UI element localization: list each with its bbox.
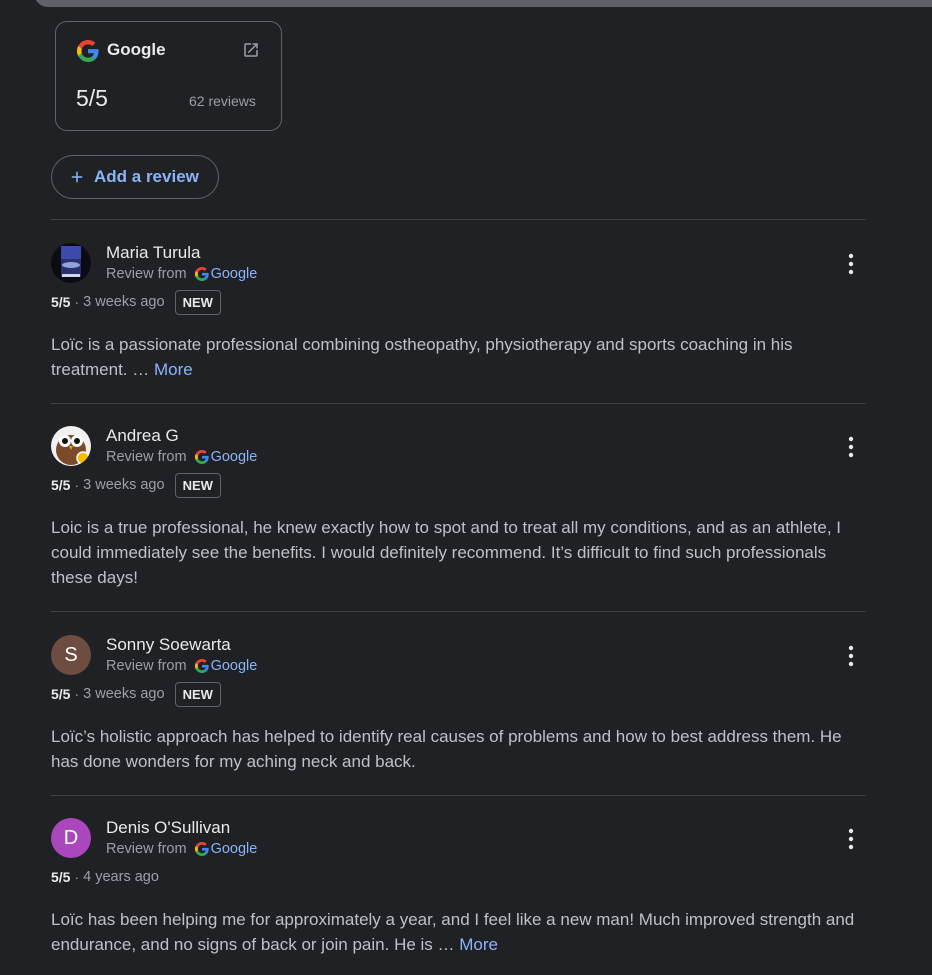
review-text: Loic is a true professional, he knew exa… (51, 518, 842, 587)
review-time: 3 weeks ago (83, 686, 165, 702)
google-source-link[interactable]: Google (211, 841, 258, 857)
google-source-link[interactable]: Google (211, 658, 258, 674)
review-rating: 5/5 (51, 477, 71, 493)
top-search-bar-edge (34, 0, 932, 7)
reviewer-avatar[interactable] (51, 426, 91, 466)
google-source-link[interactable]: Google (211, 266, 258, 282)
separator-dot: · (74, 869, 80, 885)
review-source: Review from Google (106, 658, 257, 674)
review-text: Loïc’s holistic approach has helped to i… (51, 727, 842, 771)
review-from-label: Review from (106, 449, 187, 465)
reviewer-avatar[interactable] (51, 243, 91, 283)
review-meta: 5/5 · 3 weeks ago NEW (51, 288, 221, 316)
review-meta: 5/5 · 3 weeks ago NEW (51, 680, 221, 708)
review-source: Review from Google (106, 841, 257, 857)
add-review-button[interactable]: Add a review (51, 155, 219, 199)
review-source: Review from Google (106, 449, 257, 465)
review-body: Loïc has been helping me for approximate… (51, 910, 855, 954)
avatar-photo (61, 246, 81, 277)
new-badge: NEW (174, 472, 221, 498)
more-options-icon[interactable] (841, 644, 861, 668)
reviewer-name[interactable]: Denis O'Sullivan (106, 818, 230, 838)
divider (51, 219, 866, 220)
google-source-link[interactable]: Google (211, 449, 258, 465)
review-text: Loïc is a passionate professional combin… (51, 332, 871, 382)
google-g-icon (194, 659, 209, 673)
avatar-owl (51, 426, 91, 466)
review-meta: 5/5 · 4 years ago (51, 863, 159, 891)
reviewer-name[interactable]: Maria Turula (106, 243, 200, 263)
source-name: Google (107, 40, 166, 59)
review-from-label: Review from (106, 658, 187, 674)
separator-dot: · (74, 477, 80, 493)
separator-dot: · (74, 294, 80, 310)
google-g-icon (77, 40, 99, 62)
add-review-label: Add a review (94, 167, 199, 186)
source-review-count: 62 reviews (189, 93, 256, 109)
review-rating: 5/5 (51, 869, 71, 885)
reviewer-avatar[interactable]: S (51, 635, 91, 675)
review-meta: 5/5 · 3 weeks ago NEW (51, 471, 221, 499)
open-external-icon[interactable] (242, 41, 260, 59)
more-link[interactable]: More (154, 360, 193, 379)
review-time: 4 years ago (83, 869, 159, 885)
more-options-icon[interactable] (841, 435, 861, 459)
review-rating: 5/5 (51, 686, 71, 702)
review-time: 3 weeks ago (83, 477, 165, 493)
new-badge: NEW (174, 289, 221, 315)
new-badge: NEW (174, 681, 221, 707)
reviewer-name[interactable]: Sonny Soewarta (106, 635, 231, 655)
plus-icon (71, 171, 83, 183)
source-rating: 5/5 (76, 85, 108, 111)
google-g-icon (194, 842, 209, 856)
review-rating: 5/5 (51, 294, 71, 310)
more-options-icon[interactable] (841, 252, 861, 276)
google-source-card[interactable]: Google 5/5 62 reviews (55, 21, 282, 131)
divider (51, 403, 866, 404)
avatar-letter: S (64, 643, 78, 666)
review-source: Review from Google (106, 266, 257, 282)
divider (51, 611, 866, 612)
separator-dot: · (74, 686, 80, 702)
review-from-label: Review from (106, 841, 187, 857)
reviewer-name[interactable]: Andrea G (106, 426, 179, 446)
google-g-icon (194, 267, 209, 281)
more-options-icon[interactable] (841, 827, 861, 851)
review-text: Loïc has been helping me for approximate… (51, 907, 871, 957)
google-g-icon (194, 450, 209, 464)
review-from-label: Review from (106, 266, 187, 282)
reviewer-avatar[interactable]: D (51, 818, 91, 858)
review-time: 3 weeks ago (83, 294, 165, 310)
more-link[interactable]: More (459, 935, 498, 954)
divider (51, 795, 866, 796)
avatar-letter: D (63, 826, 79, 849)
